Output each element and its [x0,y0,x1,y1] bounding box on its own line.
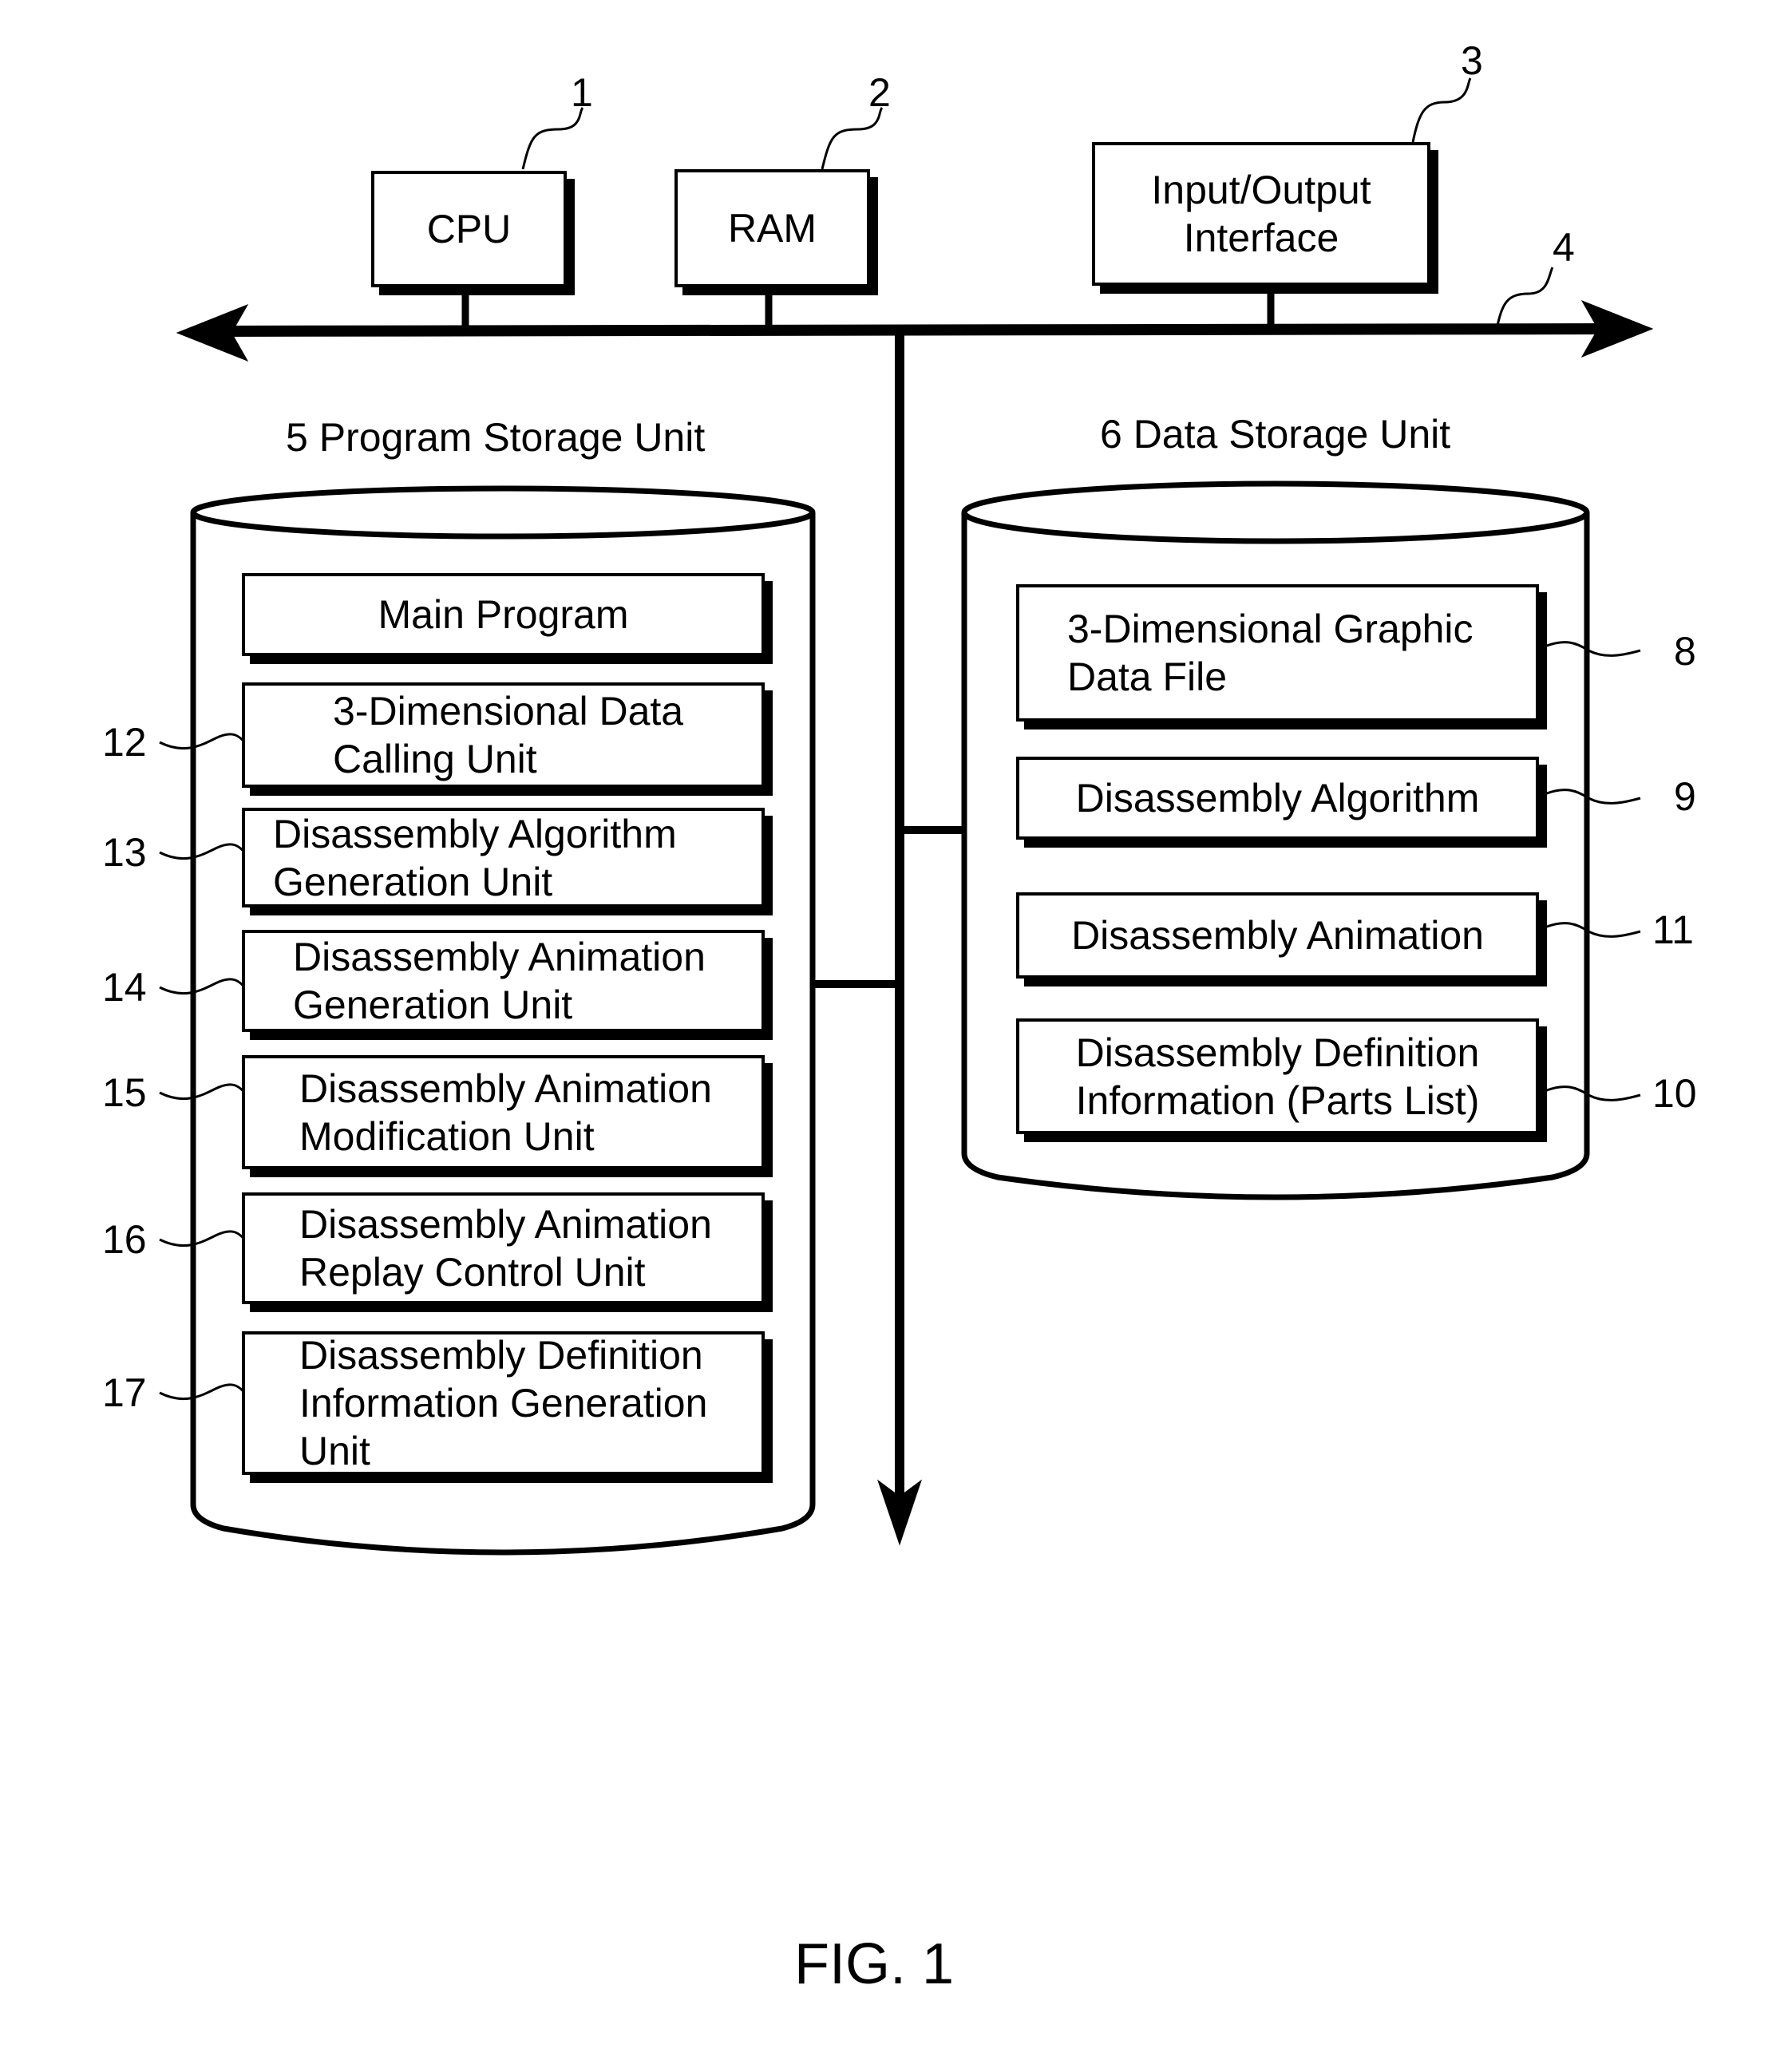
ref-11: 11 [1652,907,1694,952]
ref-ram: 2 [868,70,891,115]
ref-9: 9 [1674,774,1696,819]
graphic-data-file-box: 3-Dimensional Graphic Data File [1016,584,1539,722]
cpu-box: CPU [371,171,567,287]
disassembly-animation-box: Disassembly Animation [1016,892,1539,979]
ref-14: 14 [102,965,147,1010]
animation-generation-unit-box: Disassembly Animation Generation Unit [242,930,765,1032]
ref-bus: 4 [1553,225,1575,270]
ref-13: 13 [102,830,147,875]
ram-box: RAM [674,169,870,287]
main-program-box: Main Program [242,573,765,656]
ref-10: 10 [1652,1071,1697,1116]
ref-16: 16 [102,1217,147,1262]
definition-info-generation-unit-box: Disassembly Definition Information Gener… [242,1331,765,1475]
ref-cpu: 1 [571,70,593,115]
animation-modification-unit-box: Disassembly Animation Modification Unit [242,1055,765,1169]
data-storage-title: 6 Data Storage Unit [1100,412,1451,457]
io-interface-box: Input/Output Interface [1092,142,1430,286]
data-calling-unit-box: 3-Dimensional Data Calling Unit [242,682,765,788]
ref-15: 15 [102,1070,147,1115]
animation-replay-control-unit-box: Disassembly Animation Replay Control Uni… [242,1192,765,1304]
ref-8: 8 [1674,629,1696,674]
ref-io: 3 [1461,38,1483,83]
io-label: Input/Output Interface [1151,168,1371,260]
ref-12: 12 [102,720,147,765]
definition-information-box: Disassembly Definition Information (Part… [1016,1018,1539,1134]
ram-label: RAM [727,206,817,251]
program-storage-title: 5 Program Storage Unit [286,415,706,460]
figure-label: FIG. 1 [794,1932,955,1996]
cpu-label: CPU [426,207,512,251]
algorithm-generation-unit-box: Disassembly Algorithm Generation Unit [242,808,765,907]
ref-17: 17 [102,1370,147,1415]
disassembly-algorithm-box: Disassembly Algorithm [1016,757,1539,840]
